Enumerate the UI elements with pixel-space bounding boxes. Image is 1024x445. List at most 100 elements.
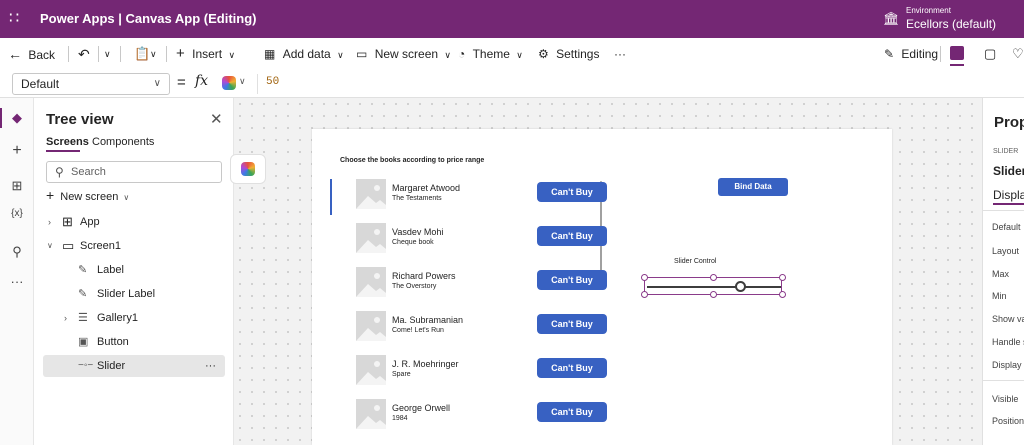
- prop-default: Default: [992, 222, 1021, 232]
- tree-node-app[interactable]: › ⊞ App: [34, 211, 234, 233]
- resize-handle[interactable]: [779, 274, 786, 281]
- app-checker-icon[interactable]: [950, 46, 964, 60]
- paste-icon[interactable]: 📋: [134, 46, 150, 62]
- divider: [98, 46, 99, 62]
- divider: [166, 46, 167, 62]
- insert-icon[interactable]: +: [0, 142, 34, 160]
- design-canvas[interactable]: Choose the books according to price rang…: [230, 98, 982, 445]
- share-icon[interactable]: ♡: [1012, 46, 1024, 62]
- editing-button[interactable]: ✎ Editing: [884, 46, 938, 62]
- author-label: Richard Powers: [392, 271, 456, 281]
- close-icon[interactable]: ✕: [210, 110, 223, 128]
- chevron-down-icon: ∨: [516, 50, 523, 60]
- tree-node-gallery1[interactable]: › ☰ Gallery1: [34, 307, 234, 329]
- data-icon[interactable]: ⊞: [0, 178, 34, 194]
- gallery-row[interactable]: Richard Powers The Overstory Can't Buy: [330, 259, 626, 303]
- label-icon: ✎: [78, 264, 88, 276]
- layers-icon[interactable]: ◆: [0, 110, 34, 126]
- author-label: Ma. Subramanian: [392, 315, 464, 325]
- new-screen-button[interactable]: ▭ New screen ∨: [356, 46, 451, 62]
- chevron-down-icon: ∨: [444, 50, 451, 60]
- theme-button[interactable]: ◔ Theme ∨: [458, 46, 523, 62]
- environment-name[interactable]: Ecellors (default): [906, 17, 996, 32]
- cant-buy-button[interactable]: Can't Buy: [537, 314, 607, 334]
- cant-buy-button[interactable]: Can't Buy: [537, 182, 607, 202]
- undo-chevron-icon[interactable]: ∨: [104, 46, 111, 62]
- search-icon: ⚲: [55, 165, 64, 179]
- new-screen-link[interactable]: + New screen ∨: [46, 186, 129, 204]
- tree-node-slider-label[interactable]: ✎ Slider Label: [34, 283, 234, 305]
- gallery-row[interactable]: Ma. Subramanian Come! Let's Run Can't Buy: [330, 303, 626, 347]
- formula-input[interactable]: 50: [266, 76, 279, 88]
- chevron-down-icon: ∨: [47, 241, 53, 250]
- plus-icon: +: [176, 45, 185, 62]
- book-gallery[interactable]: Margaret Atwood The Testaments Can't Buy Va…: [330, 173, 626, 445]
- slider-label[interactable]: Slider Control: [674, 258, 716, 265]
- search-input[interactable]: ⚲ Search: [46, 161, 222, 183]
- back-button[interactable]: ← Back: [8, 46, 55, 62]
- pencil-icon: ✎: [884, 47, 895, 61]
- copilot-button[interactable]: [230, 154, 266, 184]
- tab-screens[interactable]: Screens: [46, 136, 89, 148]
- cant-buy-button[interactable]: Can't Buy: [537, 226, 607, 246]
- more-options-icon[interactable]: ···: [205, 355, 216, 377]
- resize-handle[interactable]: [710, 291, 717, 298]
- resize-handle[interactable]: [641, 274, 648, 281]
- tree-node-screen1[interactable]: ∨ ▭ Screen1: [34, 235, 234, 257]
- variables-icon[interactable]: {x}: [0, 208, 34, 219]
- cant-buy-button[interactable]: Can't Buy: [537, 270, 607, 290]
- app-title: Power Apps | Canvas App (Editing): [40, 11, 257, 26]
- settings-button[interactable]: ⚙ Settings: [538, 46, 599, 62]
- environment-icon[interactable]: 🏛: [883, 11, 900, 27]
- app-launcher-icon[interactable]: ∷: [9, 9, 19, 29]
- search-icon[interactable]: ⚲: [0, 244, 34, 260]
- tab-display[interactable]: Display: [993, 188, 1024, 202]
- tree-node-label[interactable]: ✎ Label: [34, 259, 234, 281]
- cant-buy-button[interactable]: Can't Buy: [537, 358, 607, 378]
- slider-thumb[interactable]: [735, 281, 746, 292]
- chevron-down-icon: ∨: [228, 50, 236, 60]
- slider-control[interactable]: [641, 274, 786, 298]
- chevron-down-icon[interactable]: ∨: [239, 76, 246, 87]
- bind-data-button[interactable]: Bind Data: [718, 178, 788, 196]
- property-dropdown[interactable]: Default ∨: [12, 73, 170, 95]
- resize-handle[interactable]: [779, 291, 786, 298]
- gallery-row[interactable]: Vasdev Mohi Cheque book Can't Buy: [330, 215, 626, 259]
- resize-handle[interactable]: [641, 291, 648, 298]
- tree-view-title: Tree view: [46, 111, 114, 128]
- divider: [68, 46, 69, 62]
- palette-icon: ◔: [458, 47, 466, 61]
- comment-icon[interactable]: ▢: [984, 46, 996, 62]
- database-icon: ▦: [264, 47, 276, 61]
- gallery-row[interactable]: Margaret Atwood The Testaments Can't Buy: [330, 171, 626, 215]
- prop-layout: Layout: [992, 246, 1020, 256]
- tree-node-button[interactable]: ▣ Button: [34, 331, 234, 353]
- left-rail: ◆ + ⊞ {x} ⚲ ···: [0, 98, 34, 445]
- more-icon[interactable]: ···: [0, 274, 34, 289]
- image-placeholder-icon: [356, 355, 386, 385]
- paste-chevron-icon[interactable]: ∨: [150, 46, 157, 62]
- more-commands-button[interactable]: ···: [614, 46, 626, 62]
- command-bar: ← Back ↶ ∨ 📋 ∨ + Insert ∨ ▦ Add data ∨ ▭…: [0, 38, 1024, 70]
- resize-handle[interactable]: [710, 274, 717, 281]
- prop-max: Max: [992, 269, 1010, 279]
- properties-title: Prop: [994, 114, 1024, 131]
- tree-node-slider[interactable]: −◦− Slider ···: [43, 355, 225, 377]
- prop-min: Min: [992, 291, 1007, 301]
- insert-button[interactable]: + Insert ∨: [176, 46, 235, 62]
- undo-icon[interactable]: ↶: [78, 46, 90, 62]
- title-bar: ∷ Power Apps | Canvas App (Editing) 🏛 En…: [0, 0, 1024, 38]
- gallery-row[interactable]: George Orwell 1984 Can't Buy: [330, 391, 626, 435]
- copilot-icon[interactable]: [222, 76, 236, 90]
- equals-sign: =: [177, 74, 186, 91]
- tab-components[interactable]: Components: [92, 136, 154, 148]
- app-screen[interactable]: Choose the books according to price rang…: [312, 129, 892, 445]
- cant-buy-button[interactable]: Can't Buy: [537, 402, 607, 422]
- control-name[interactable]: Slider: [993, 164, 1024, 178]
- gallery-row[interactable]: J. R. Moehringer Spare Can't Buy: [330, 347, 626, 391]
- book-title-label: Come! Let's Run: [392, 327, 444, 334]
- tab-underline: [46, 150, 80, 152]
- book-title-label: The Overstory: [392, 283, 437, 290]
- add-data-button[interactable]: ▦ Add data ∨: [264, 46, 344, 62]
- app-heading-label[interactable]: Choose the books according to price rang…: [340, 157, 484, 164]
